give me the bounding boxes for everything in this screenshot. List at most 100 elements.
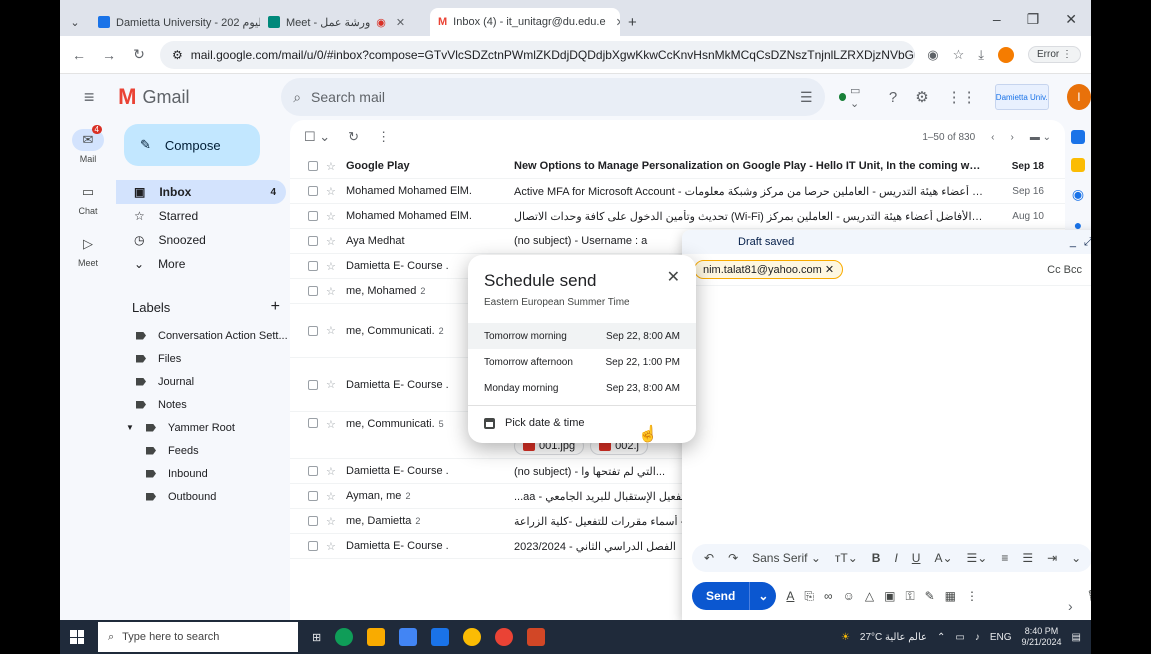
- help-icon[interactable]: ?: [889, 89, 897, 106]
- mail-app-icon[interactable]: [431, 628, 450, 646]
- row-checkbox[interactable]: [308, 236, 318, 246]
- rail-item-meet[interactable]: ▷ Meet: [60, 224, 116, 276]
- star-icon[interactable]: ☆: [326, 235, 342, 248]
- bold-icon[interactable]: B: [872, 551, 881, 565]
- indent-icon[interactable]: ⇥: [1047, 551, 1057, 565]
- numbered-list-icon[interactable]: ≡: [1001, 551, 1008, 565]
- task-view-icon[interactable]: ⊞: [312, 631, 321, 644]
- text-color-icon[interactable]: A⌄: [934, 551, 952, 565]
- minimize-icon[interactable]: –: [993, 11, 1001, 28]
- link-icon[interactable]: ∞: [824, 589, 833, 603]
- windows-start-icon[interactable]: [70, 630, 84, 644]
- row-checkbox[interactable]: [308, 286, 318, 296]
- app-icon[interactable]: [495, 628, 514, 646]
- network-icon[interactable]: ▭: [955, 632, 964, 643]
- underline-icon[interactable]: U: [912, 551, 921, 565]
- confidential-icon[interactable]: ⚿: [905, 589, 914, 604]
- tray-arrow-icon[interactable]: ⌃: [937, 632, 945, 643]
- italic-icon[interactable]: I: [894, 551, 897, 565]
- close-window-icon[interactable]: ✕: [1065, 11, 1077, 28]
- new-tab-button[interactable]: +: [620, 8, 645, 36]
- label-item[interactable]: Outbound: [116, 485, 290, 508]
- formatting-toggle-icon[interactable]: A: [786, 589, 794, 603]
- table-row[interactable]: ☆ Mohamed Mohamed ElM. Active MFA for Micr…: [290, 179, 1065, 204]
- tasks-icon[interactable]: ◉: [1072, 186, 1084, 203]
- store-icon[interactable]: [399, 628, 418, 646]
- compose-header[interactable]: Draft saved _ ⤢ ✕: [682, 230, 1091, 254]
- star-icon[interactable]: ☆: [326, 324, 342, 337]
- clock[interactable]: 8:40 PM 9/21/2024: [1022, 626, 1062, 648]
- cc-bcc-link[interactable]: Cc Bcc: [1047, 264, 1091, 276]
- row-checkbox[interactable]: [308, 211, 318, 221]
- error-button[interactable]: Error ⋮: [1027, 46, 1081, 63]
- table-row[interactable]: ☆ Google Play New Options to Manage Person…: [290, 154, 1065, 179]
- row-checkbox[interactable]: [308, 541, 318, 551]
- to-field[interactable]: nim.talat81@yahoo.com ✕ Cc Bcc: [682, 254, 1091, 286]
- taskbar-search[interactable]: ⌕ Type here to search: [98, 622, 298, 652]
- row-checkbox[interactable]: [308, 325, 318, 336]
- gmail-logo[interactable]: M Gmail: [118, 84, 273, 110]
- search-icon[interactable]: ⌕: [293, 89, 301, 106]
- chrome-icon[interactable]: [463, 628, 482, 646]
- refresh-icon[interactable]: ↻: [348, 129, 359, 145]
- star-icon[interactable]: ☆: [326, 185, 342, 198]
- status-indicator[interactable]: ▭ ⌄: [838, 84, 871, 110]
- expand-arrow-icon[interactable]: ▼: [126, 423, 134, 432]
- redo-icon[interactable]: ↷: [728, 551, 738, 565]
- schedule-option-tomorrow-afternoon[interactable]: Tomorrow afternoon Sep 22, 1:00 PM: [468, 349, 696, 375]
- forward-icon[interactable]: →: [100, 47, 118, 63]
- search-bar[interactable]: ⌕ Search mail ☰: [281, 78, 825, 116]
- star-icon[interactable]: ☆: [326, 285, 342, 298]
- text-size-icon[interactable]: тT⌄: [835, 551, 858, 565]
- eye-icon[interactable]: ◉: [927, 47, 938, 63]
- add-label-icon[interactable]: +: [271, 298, 280, 316]
- row-checkbox[interactable]: [308, 418, 318, 428]
- site-info-icon[interactable]: ⚙: [172, 48, 183, 62]
- remove-recipient-icon[interactable]: ✕: [825, 264, 834, 276]
- star-icon[interactable]: ☆: [326, 515, 342, 528]
- table-row[interactable]: ☆ Mohamed Mohamed ElM. تحديث وتأمين الدخول…: [290, 204, 1065, 229]
- star-icon[interactable]: ☆: [326, 160, 342, 173]
- account-avatar[interactable]: I: [1066, 84, 1091, 110]
- expand-side-panel-icon[interactable]: ›: [1068, 598, 1073, 614]
- sidebar-item-snoozed[interactable]: ◷ Snoozed: [116, 228, 286, 252]
- schedule-dropdown-icon[interactable]: ⌄: [749, 582, 776, 610]
- row-checkbox[interactable]: [308, 516, 318, 526]
- file-explorer-icon[interactable]: [367, 628, 386, 646]
- notification-icon[interactable]: ▤: [1072, 632, 1081, 643]
- input-tools-icon[interactable]: ▬ ⌄: [1030, 132, 1051, 143]
- row-checkbox[interactable]: [308, 261, 318, 271]
- send-button[interactable]: Send: [692, 582, 749, 610]
- row-checkbox[interactable]: [308, 491, 318, 501]
- more-vert-icon[interactable]: ⋮: [377, 129, 390, 145]
- signature-icon[interactable]: ✎: [925, 589, 935, 603]
- attach-icon[interactable]: ⎘: [804, 589, 814, 604]
- photo-icon[interactable]: ▣: [884, 589, 895, 603]
- edge-icon[interactable]: [335, 628, 354, 646]
- bulleted-list-icon[interactable]: ☰: [1022, 551, 1033, 565]
- more-formatting-icon[interactable]: ⌄: [1071, 551, 1081, 565]
- calendar-icon[interactable]: [1071, 130, 1085, 144]
- sidebar-item-more[interactable]: ⌄ More: [116, 252, 286, 276]
- tab-list-button[interactable]: ⌄: [60, 8, 90, 36]
- more-options-icon[interactable]: ⋮: [966, 589, 978, 603]
- expand-draft-icon[interactable]: ⤢: [1084, 236, 1091, 249]
- tab-damietta[interactable]: Damietta University - اليوم 202.. ✕: [90, 8, 260, 36]
- discard-draft-icon[interactable]: 🗑: [1087, 589, 1091, 603]
- sidebar-item-inbox[interactable]: ▣ Inbox 4: [116, 180, 286, 204]
- row-checkbox[interactable]: [308, 161, 318, 171]
- taskbar-search-input[interactable]: Type here to search: [122, 631, 219, 643]
- keep-icon[interactable]: [1071, 158, 1085, 172]
- restore-icon[interactable]: ❐: [1027, 11, 1040, 28]
- label-item[interactable]: Journal: [116, 370, 290, 393]
- star-icon[interactable]: ☆: [326, 378, 342, 391]
- star-icon[interactable]: ☆: [326, 540, 342, 553]
- back-icon[interactable]: ←: [70, 47, 88, 63]
- download-icon[interactable]: ⤓: [978, 47, 984, 63]
- font-select[interactable]: Sans Serif ⌄: [752, 551, 821, 565]
- bookmark-star-icon[interactable]: ☆: [953, 47, 965, 63]
- star-icon[interactable]: ☆: [326, 210, 342, 223]
- rail-item-chat[interactable]: ▭ Chat: [60, 172, 116, 224]
- reload-icon[interactable]: ↻: [130, 46, 148, 63]
- select-all-checkbox[interactable]: ☐ ⌄: [304, 129, 330, 145]
